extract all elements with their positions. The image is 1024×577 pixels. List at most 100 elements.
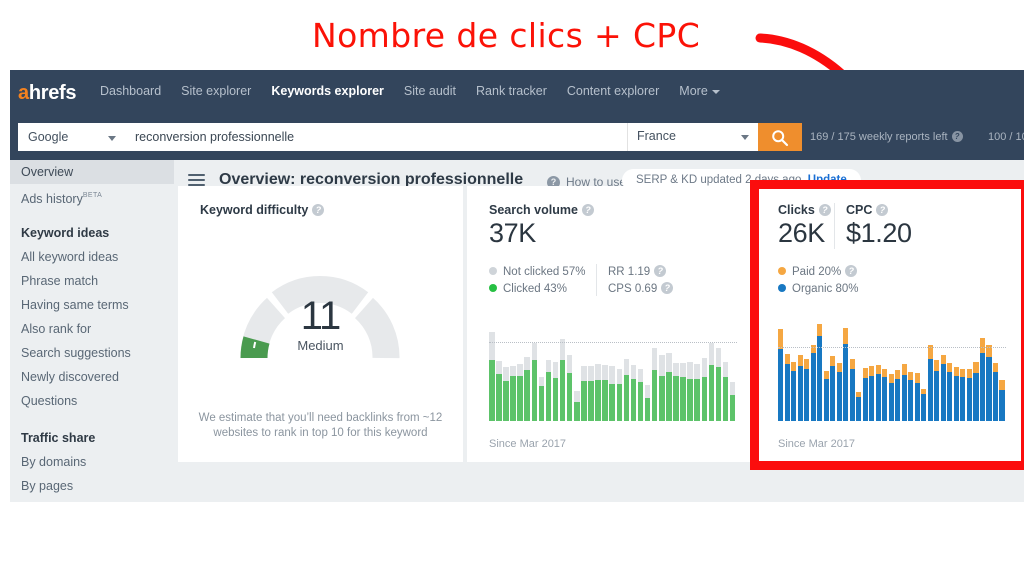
search-engine-select[interactable]: Google [18, 123, 126, 151]
chart-bar-segment [489, 360, 495, 421]
chart-bar-segment [701, 358, 708, 377]
chart-bar-segment [503, 367, 509, 381]
chart-bar-segment [830, 366, 836, 421]
question-mark-icon[interactable]: ? [845, 265, 858, 277]
chart-bar-segment [953, 367, 959, 376]
clicks-legend: Paid 20%? Organic 80% [778, 264, 858, 298]
sidebar-item-ads-history[interactable]: Ads historyBETA [10, 184, 174, 208]
ahrefs-app-window: ahrefs Dashboard Site explorer Keywords … [10, 70, 1024, 502]
question-mark-icon[interactable]: ? [581, 204, 594, 216]
nav-item-site-explorer[interactable]: Site explorer [181, 84, 251, 98]
chart-bar-segment [960, 369, 966, 377]
country-value: France [637, 129, 676, 143]
chart-bar-segment [609, 366, 615, 384]
chart-bar [595, 364, 601, 421]
nav-item-rank-tracker[interactable]: Rank tracker [476, 84, 547, 98]
chart-bar-segment [966, 378, 972, 421]
top-navbar: ahrefs Dashboard Site explorer Keywords … [10, 70, 1024, 114]
nav-item-dashboard[interactable]: Dashboard [100, 84, 161, 98]
sidebar-item-also-rank-for[interactable]: Also rank for [10, 317, 174, 341]
ahrefs-logo[interactable]: ahrefs [18, 82, 77, 105]
chart-bar [791, 362, 797, 421]
chart-bar-segment [921, 394, 927, 421]
sidebar-item-having-same-terms[interactable]: Having same terms [10, 293, 174, 317]
keyword-input[interactable] [126, 123, 627, 151]
chart-bar-segment [804, 369, 810, 421]
chart-bar-segment [927, 359, 933, 421]
chart-bar-segment [901, 375, 907, 421]
chart-bar-segment [489, 332, 495, 361]
sidebar-item-by-domains[interactable]: By domains [10, 450, 174, 474]
chart-bar-segment [843, 344, 849, 421]
chart-bar [503, 367, 509, 421]
logo-accent-letter: a [18, 82, 29, 104]
chart-bar-segment [609, 383, 615, 421]
sidebar-item-newly-discovered[interactable]: Newly discovered [10, 365, 174, 389]
nav-item-more[interactable]: More [679, 84, 720, 98]
clicks-chart [778, 321, 1006, 421]
chart-bar [895, 370, 901, 421]
legend-dot-not-clicked [489, 267, 497, 275]
chart-bar [999, 380, 1005, 421]
metric-cps-label: CPS 0.69 [608, 283, 658, 295]
chart-bar-segment [708, 342, 715, 366]
chart-bar-segment [804, 359, 810, 369]
chart-bar-segment [496, 374, 502, 421]
sidebar-item-by-pages[interactable]: By pages [10, 474, 174, 498]
question-mark-icon[interactable]: ? [818, 204, 831, 216]
update-link[interactable]: Update [808, 174, 847, 186]
chart-bar [908, 372, 914, 421]
chart-bar-segment [559, 360, 566, 421]
question-mark-icon[interactable]: ? [951, 131, 963, 142]
chart-bar-segment [797, 366, 803, 421]
sidebar-item-questions[interactable]: Questions [10, 389, 174, 413]
chart-bar-segment [823, 379, 829, 421]
chart-bar-segment [517, 364, 523, 377]
chart-bar-segment [843, 328, 849, 344]
question-mark-icon[interactable]: ? [876, 204, 889, 216]
country-select[interactable]: France [627, 123, 758, 151]
sidebar-item-phrase-match[interactable]: Phrase match [10, 269, 174, 293]
chart-bar-segment [908, 380, 914, 421]
chart-bar [830, 356, 836, 421]
legend-dot-clicked [489, 284, 497, 292]
question-mark-icon[interactable]: ? [654, 265, 667, 277]
hamburger-icon[interactable] [188, 174, 205, 186]
chart-bar-segment [934, 360, 940, 371]
chart-bar-segment [882, 369, 888, 377]
question-mark-icon[interactable]: ? [661, 282, 674, 294]
chart-bar-segment [999, 380, 1005, 390]
serp-update-text: SERP & KD updated 2 days ago. [636, 174, 808, 186]
legend-dot-paid [778, 267, 786, 275]
chart-bar-segment [973, 362, 979, 373]
chart-bar-segment [921, 389, 927, 394]
sidebar-item-search-suggestions[interactable]: Search suggestions [10, 341, 174, 365]
beta-badge: BETA [82, 192, 103, 199]
chart-bar-segment [979, 353, 986, 421]
sidebar-item-all-keyword-ideas[interactable]: All keyword ideas [10, 245, 174, 269]
chart-bar-segment [708, 365, 715, 421]
legend-item-clicked: Clicked 43% [489, 281, 585, 298]
chart-bar [574, 390, 580, 421]
search-button[interactable] [758, 123, 802, 151]
nav-item-keywords-explorer[interactable]: Keywords explorer [271, 84, 384, 98]
chart-bar-segment [566, 373, 573, 421]
chart-bar-segment [836, 372, 842, 421]
chart-bar [602, 365, 608, 421]
legend-item-not-clicked: Not clicked 57% [489, 264, 585, 281]
sidebar-item-overview[interactable]: Overview [10, 160, 174, 184]
nav-item-content-explorer[interactable]: Content explorer [567, 84, 659, 98]
chart-bar-segment [574, 402, 580, 421]
chart-bar [701, 358, 708, 421]
chart-bar [673, 363, 679, 421]
chart-bar-segment [687, 378, 693, 421]
legend-item-paid: Paid 20%? [778, 264, 858, 281]
nav-item-site-audit[interactable]: Site audit [404, 84, 456, 98]
chart-bar [680, 363, 686, 421]
chart-bar-segment [574, 390, 580, 403]
chart-bar [804, 359, 810, 421]
chart-bar [973, 362, 979, 421]
chart-bar-segment [729, 381, 736, 395]
question-mark-icon[interactable]: ? [312, 204, 325, 216]
chart-bar [630, 365, 637, 421]
